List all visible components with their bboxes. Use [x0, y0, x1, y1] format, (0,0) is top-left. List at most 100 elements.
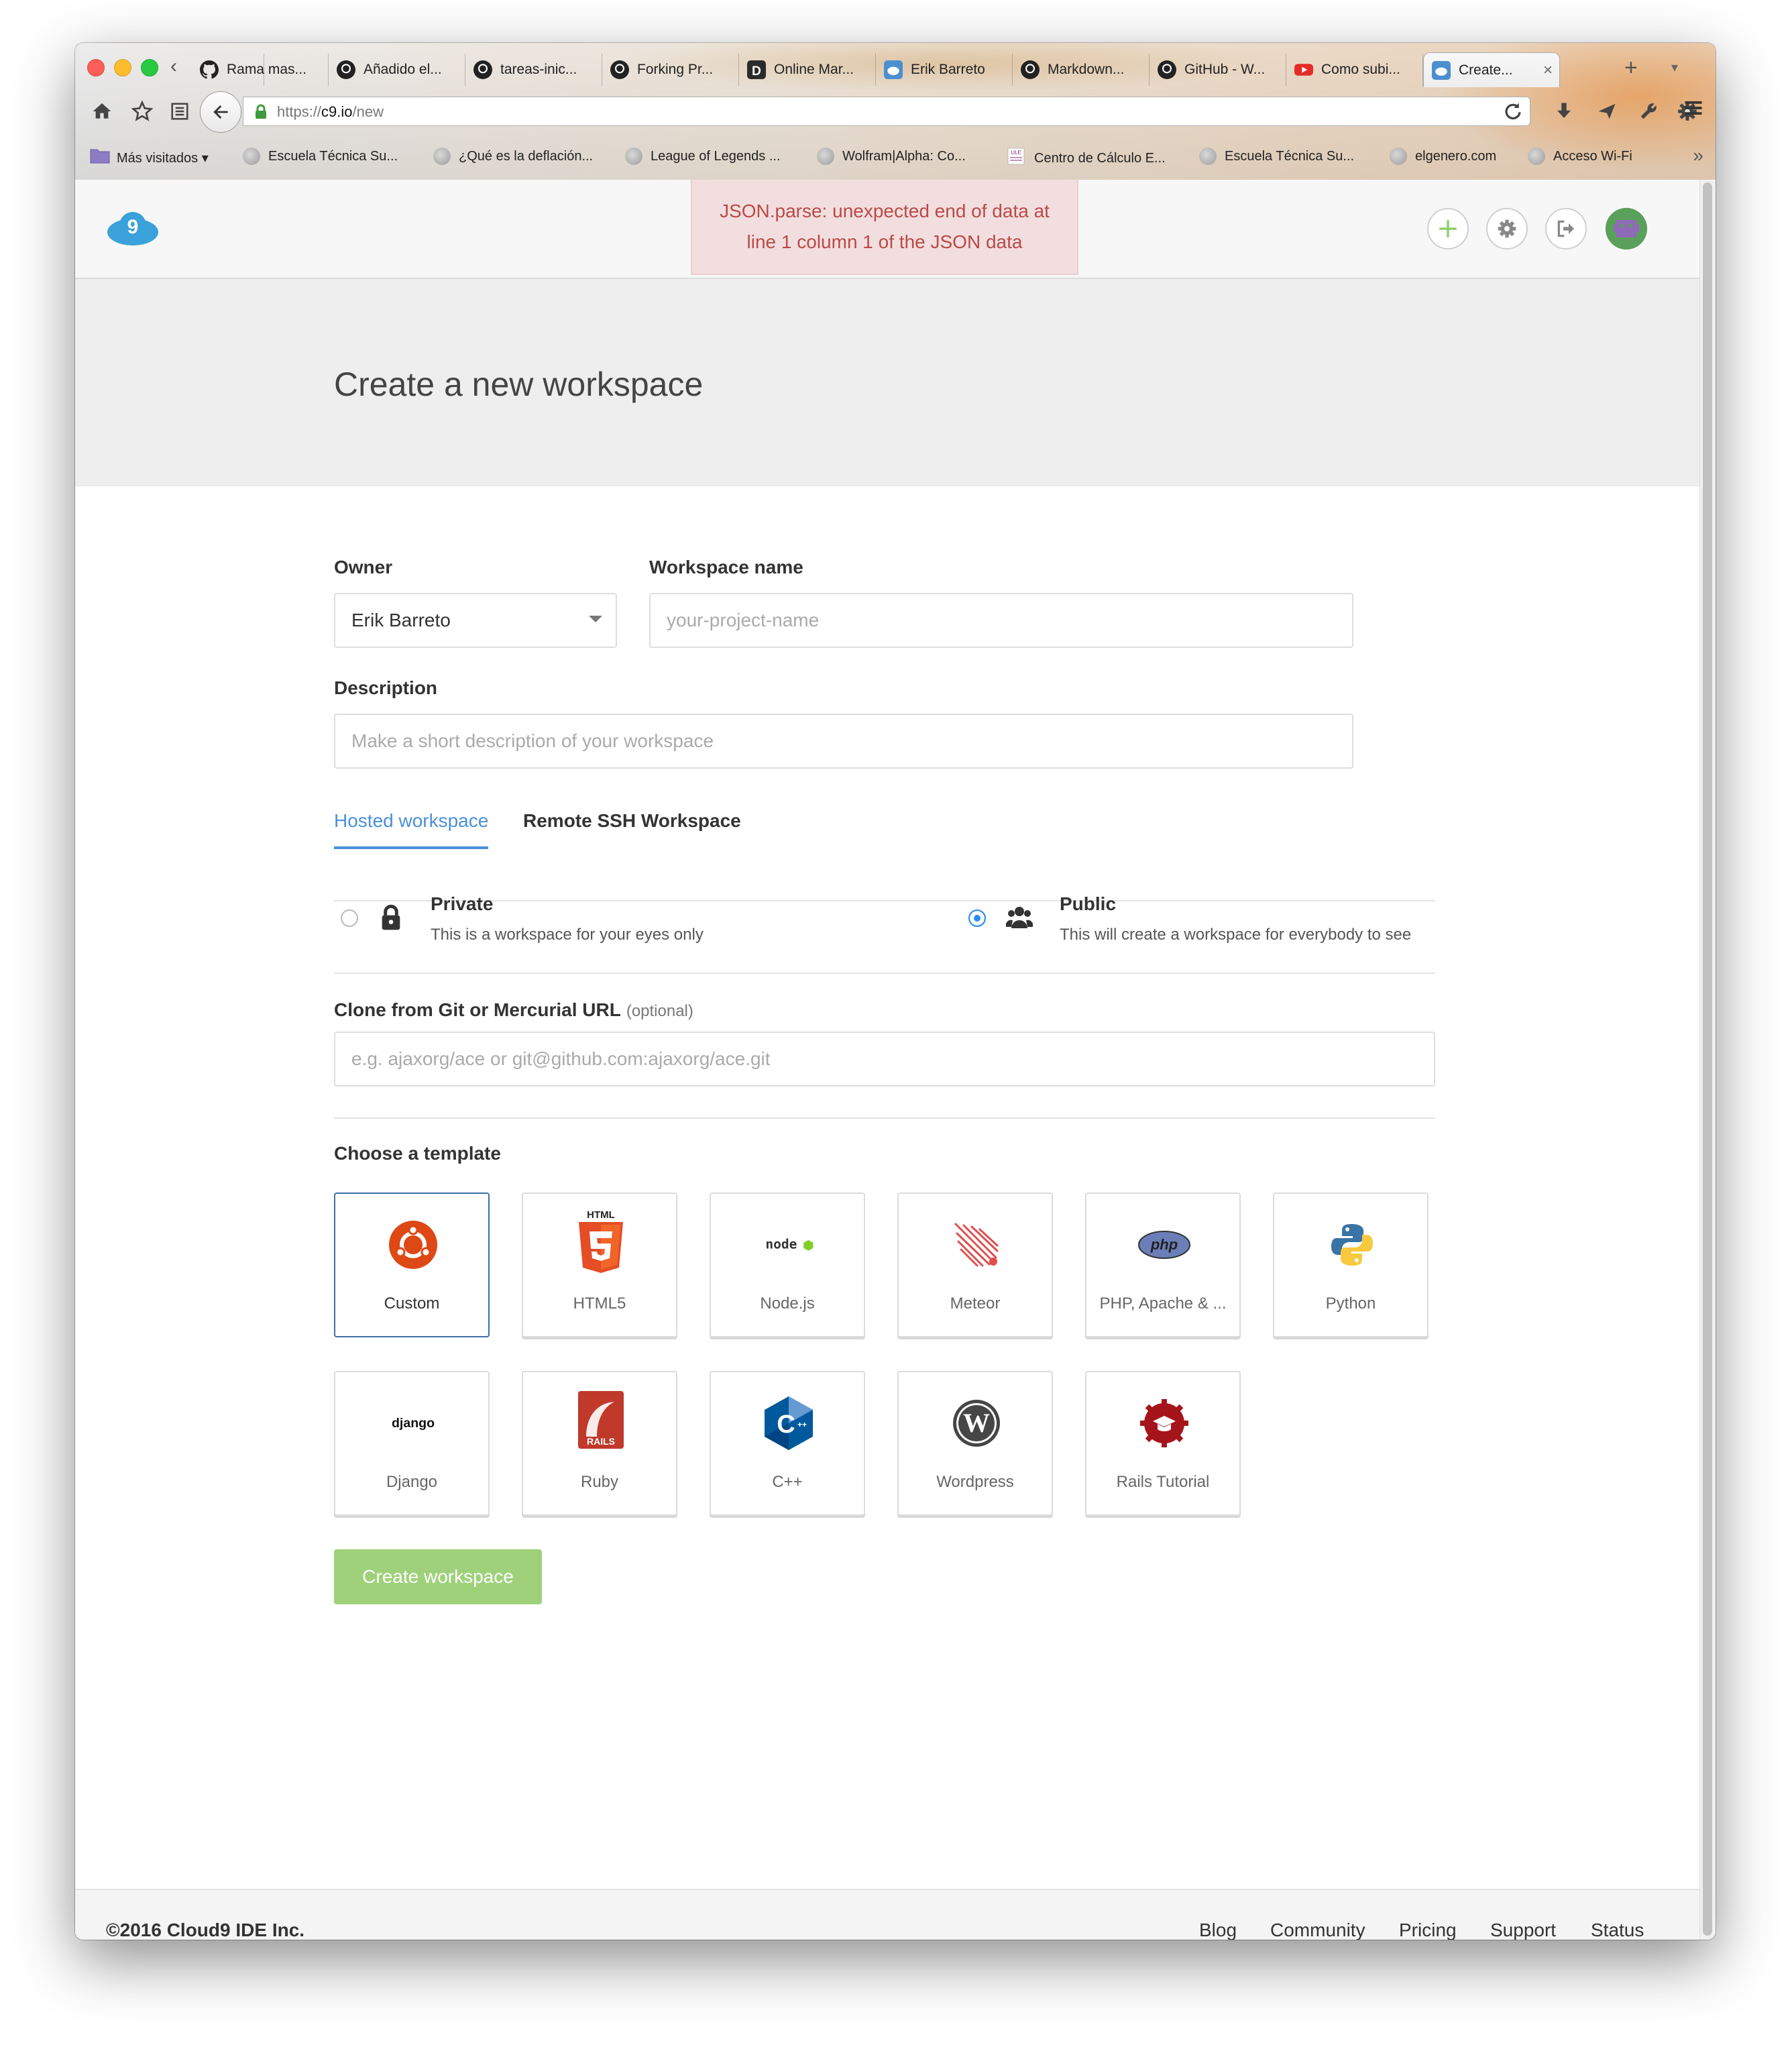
template-custom[interactable]: Custom: [334, 1193, 490, 1337]
template-rails-tutorial[interactable]: Rails Tutorial: [1085, 1371, 1241, 1516]
owner-select[interactable]: Erik Barreto: [334, 593, 617, 648]
tab-list-chevron-down-icon[interactable]: ▾: [1671, 59, 1678, 76]
reading-list-icon[interactable]: [164, 95, 196, 127]
browser-tab[interactable]: Markdown...: [1013, 54, 1150, 86]
menu-icon[interactable]: [1683, 98, 1703, 121]
clone-url-label: Clone from Git or Mercurial URL (optional…: [334, 999, 693, 1021]
tab-hosted-workspace[interactable]: Hosted workspace: [334, 810, 489, 849]
avatar[interactable]: [1606, 208, 1647, 250]
logout-button[interactable]: [1545, 208, 1587, 250]
workspace-name-input[interactable]: your-project-name: [649, 593, 1353, 648]
footer-link-pricing[interactable]: Pricing: [1399, 1920, 1457, 1940]
description-label: Description: [334, 677, 438, 698]
tab-label: Forking Pr...: [637, 62, 714, 77]
template-label: Rails Tutorial: [1116, 1473, 1210, 1491]
owner-value: Erik Barreto: [351, 610, 451, 630]
window-minimize-button[interactable]: [114, 59, 131, 76]
close-tab-icon[interactable]: ×: [1543, 61, 1553, 80]
download-icon[interactable]: [1548, 95, 1580, 127]
bookmark-item[interactable]: Más visitados ▾: [90, 148, 209, 168]
template-wordpress[interactable]: W Wordpress: [897, 1371, 1053, 1516]
wrench-icon[interactable]: [1632, 95, 1665, 127]
nodejs-icon: node: [762, 1218, 816, 1272]
bookmarks-overflow-icon[interactable]: »: [1693, 145, 1703, 166]
settings-button[interactable]: [1486, 208, 1528, 250]
browser-tab-active[interactable]: Create... ×: [1423, 52, 1560, 87]
browser-tab[interactable]: Como subi...: [1286, 54, 1423, 86]
logo-digit: 9: [127, 216, 139, 238]
browser-tab[interactable]: Forking Pr...: [602, 54, 739, 86]
browser-tab[interactable]: tareas-inic...: [465, 54, 602, 86]
meteor-icon: [950, 1218, 1003, 1272]
cloud9-logo[interactable]: 9: [106, 211, 160, 250]
back-button[interactable]: [200, 91, 241, 133]
bookmark-label: Acceso Wi-Fi: [1553, 148, 1632, 164]
tab-remote-ssh-workspace[interactable]: Remote SSH Workspace: [523, 810, 741, 832]
browser-tab[interactable]: D Online Mar...: [739, 54, 876, 86]
page-scrollbar[interactable]: [1699, 180, 1716, 1940]
description-input[interactable]: Make a short description of your workspa…: [334, 714, 1353, 769]
footer-link-blog[interactable]: Blog: [1199, 1920, 1237, 1940]
template-label: Ruby: [580, 1473, 619, 1491]
window-zoom-button[interactable]: [141, 59, 158, 76]
browser-tab[interactable]: GitHub - W...: [1150, 54, 1286, 86]
github-icon: [610, 60, 629, 79]
youtube-icon: [1294, 60, 1313, 79]
bookmark-label: Escuela Técnica Su...: [268, 148, 398, 164]
bookmark-item[interactable]: ¿Qué es la deflación...: [433, 148, 593, 165]
template-meteor[interactable]: Meteor: [897, 1193, 1053, 1337]
globe-icon: [1390, 148, 1407, 165]
send-icon[interactable]: [1591, 95, 1623, 127]
template-ruby[interactable]: RAILS Ruby: [522, 1371, 677, 1516]
error-message-line-1: JSON.parse: unexpected end of data at: [720, 201, 1050, 221]
ubuntu-icon: [386, 1218, 440, 1272]
template-django[interactable]: django Django: [334, 1371, 490, 1516]
reload-icon[interactable]: [1503, 101, 1523, 121]
bookmark-item[interactable]: ULE Centro de Cálculo E...: [1007, 148, 1166, 169]
tab-scroll-left-icon[interactable]: ‹: [170, 55, 177, 78]
browser-tab[interactable]: Rama mas...: [192, 54, 329, 86]
tab-label: Erik Barreto: [911, 62, 985, 77]
footer-link-community[interactable]: Community: [1270, 1920, 1365, 1940]
choose-template-label: Choose a template: [334, 1143, 501, 1164]
template-cpp[interactable]: C ++ C++: [710, 1371, 865, 1516]
home-icon[interactable]: [86, 95, 118, 127]
bookmark-label: Más visitados ▾: [117, 150, 209, 166]
bookmark-item[interactable]: Escuela Técnica Su...: [1199, 148, 1354, 165]
tab-label: Añadido el...: [363, 62, 442, 77]
template-label: Django: [386, 1473, 438, 1491]
scrollbar-thumb[interactable]: [1703, 182, 1712, 1936]
bookmark-item[interactable]: Acceso Wi-Fi: [1528, 148, 1632, 165]
template-nodejs[interactable]: node Node.js: [710, 1193, 865, 1337]
description-placeholder: Make a short description of your workspa…: [351, 730, 714, 751]
template-php-apache[interactable]: php PHP, Apache & ...: [1085, 1193, 1241, 1337]
create-workspace-button[interactable]: Create workspace: [334, 1549, 542, 1604]
browser-tab[interactable]: Añadido el...: [329, 54, 465, 86]
private-radio[interactable]: [341, 909, 358, 927]
clone-url-input[interactable]: e.g. ajaxorg/ace or git@github.com:ajaxo…: [334, 1032, 1435, 1087]
footer-link-support[interactable]: Support: [1490, 1920, 1556, 1940]
tabs-divider: [334, 900, 1435, 901]
template-html5[interactable]: HTML HTML5: [522, 1193, 677, 1337]
browser-window: ‹ Rama mas... Añadido el... tareas-inic.…: [75, 43, 1716, 1940]
ule-icon: ULE: [1007, 148, 1025, 169]
hamburger-menu-icon[interactable]: [1712, 95, 1716, 127]
footer-link-status[interactable]: Status: [1591, 1920, 1644, 1940]
public-description: This will create a workspace for everybo…: [1060, 926, 1412, 944]
bookmark-item[interactable]: elgenero.com: [1390, 148, 1496, 165]
window-close-button[interactable]: [87, 59, 105, 76]
bookmark-item[interactable]: Escuela Técnica Su...: [243, 148, 398, 165]
browser-tab[interactable]: Erik Barreto: [876, 54, 1013, 86]
address-bar[interactable]: https://c9.io/new: [243, 97, 1530, 126]
bookmark-item[interactable]: Wolfram|Alpha: Co...: [817, 148, 966, 165]
template-label: HTML5: [573, 1294, 626, 1313]
public-radio[interactable]: [968, 909, 986, 927]
new-tab-icon[interactable]: +: [1624, 55, 1638, 81]
dillinger-icon: D: [747, 60, 766, 79]
globe-icon: [1528, 148, 1545, 165]
nodejs-icon-text: node: [765, 1236, 797, 1252]
add-button[interactable]: [1427, 208, 1469, 250]
bookmark-star-icon[interactable]: [126, 95, 158, 127]
template-python[interactable]: Python: [1273, 1193, 1429, 1337]
bookmark-item[interactable]: League of Legends ...: [625, 148, 781, 165]
